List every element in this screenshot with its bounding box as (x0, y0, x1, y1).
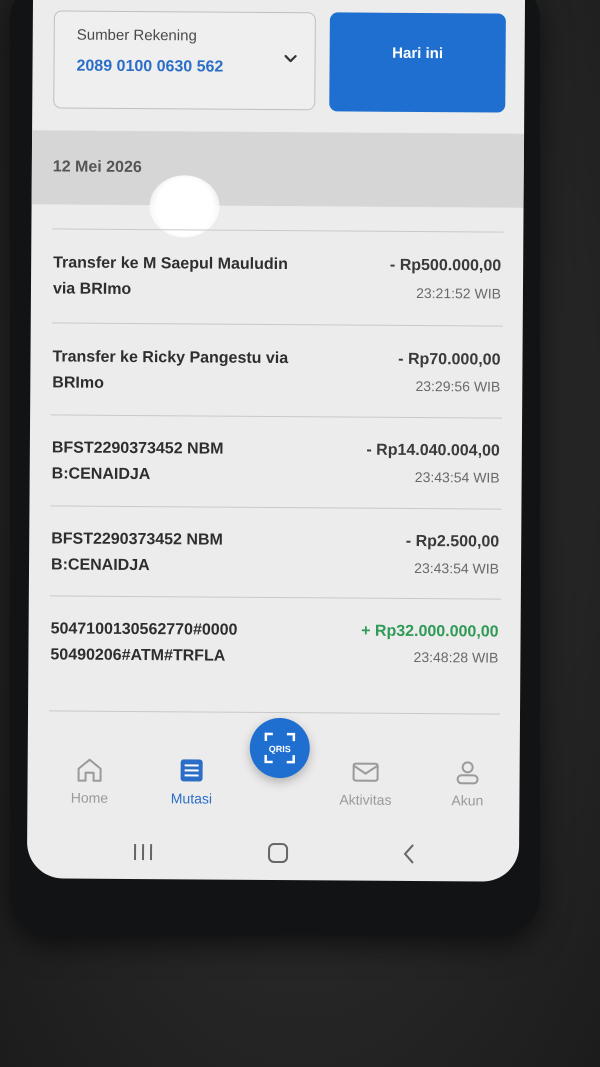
system-navigation-bar (27, 823, 519, 881)
transaction-description: 5047100130562770#000050490206#ATM#TRFLA (50, 620, 238, 665)
transaction-description: BFST2290373452 NBMB:CENAIDJA (51, 439, 224, 484)
mail-icon (352, 762, 379, 782)
account-label: Sumber Rekening (76, 26, 197, 45)
transaction-amount: - Rp14.040.004,00 (366, 441, 500, 460)
nav-aktivitas[interactable]: Aktivitas (325, 758, 405, 808)
app-screen: Sumber Rekening 2089 0100 0630 562 Hari … (26, 0, 526, 882)
transaction-time: 23:43:54 WIB (414, 468, 500, 486)
transaction-time: 23:21:52 WIB (416, 284, 502, 302)
qris-scan-icon: QRIS (264, 732, 296, 764)
phone-frame: Sumber Rekening 2089 0100 0630 562 Hari … (10, 0, 540, 935)
user-icon (456, 761, 479, 785)
chevron-down-icon (284, 54, 297, 63)
transaction-time: 23:48:28 WIB (413, 648, 499, 666)
transaction-description: Transfer ke Ricky Pangestu via BRImo (52, 348, 289, 392)
qris-label: QRIS (269, 744, 291, 754)
home-system-icon[interactable] (267, 842, 289, 864)
home-icon (77, 758, 102, 782)
divider (49, 710, 501, 715)
transaction-time: 23:43:54 WIB (414, 559, 500, 577)
transaction-time: 23:29:56 WIB (415, 377, 501, 395)
date-header-text: 12 Mei 2026 (52, 158, 142, 177)
divider (50, 505, 502, 510)
divider (52, 228, 504, 233)
account-selector[interactable]: Sumber Rekening 2089 0100 0630 562 (53, 10, 316, 111)
nav-akun[interactable]: Akun (427, 759, 507, 809)
nav-akun-label: Akun (451, 792, 484, 809)
divider (49, 595, 501, 600)
account-number: 2089 0100 0630 562 (76, 57, 224, 76)
list-icon (180, 759, 203, 782)
transaction-description: BFST2290373452 NBMB:CENAIDJA (50, 530, 223, 575)
nav-mutasi-label: Mutasi (170, 790, 213, 807)
nav-home[interactable]: Home (49, 756, 129, 806)
date-header: 12 Mei 2026 (31, 130, 525, 208)
today-filter-label: Hari ini (392, 44, 444, 63)
transaction-amount: - Rp2.500,00 (405, 532, 500, 551)
back-icon[interactable] (401, 843, 417, 865)
nav-home-label: Home (70, 789, 109, 806)
divider (51, 322, 503, 327)
transaction-amount: + Rp32.000.000,00 (361, 622, 499, 641)
nav-aktivitas-label: Aktivitas (339, 791, 392, 808)
recent-apps-icon[interactable] (131, 842, 155, 862)
nav-mutasi[interactable]: Mutasi (151, 757, 231, 807)
qris-button[interactable]: QRIS (249, 717, 310, 779)
today-filter-button[interactable]: Hari ini (329, 12, 506, 113)
transaction-amount: - Rp70.000,00 (398, 350, 501, 369)
divider (51, 414, 503, 419)
transaction-amount: - Rp500.000,00 (389, 256, 502, 275)
transaction-description: Transfer ke M Saepul Mauludin via BRImo (52, 254, 288, 298)
